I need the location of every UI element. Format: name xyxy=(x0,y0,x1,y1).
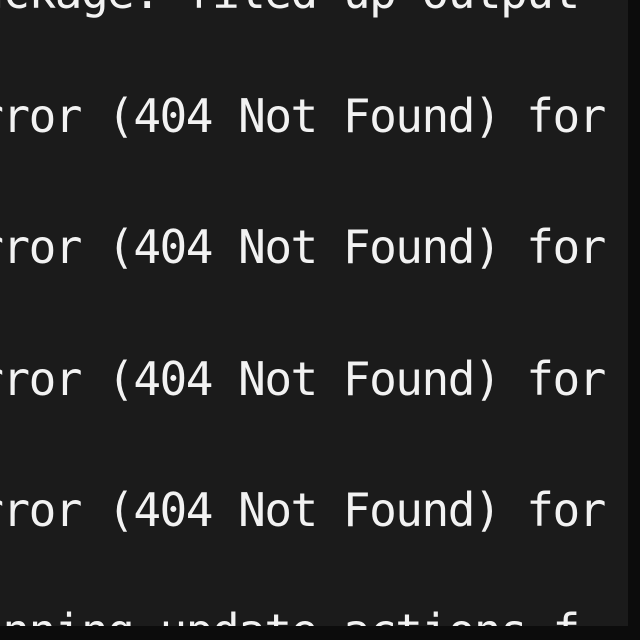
terminal-line-error-404: Error (404 Not Found) for xyxy=(0,89,606,143)
window-bottom-border xyxy=(0,626,640,640)
terminal-line-error-404: Error (404 Not Found) for xyxy=(0,352,606,406)
terminal-line-partial-bottom: Running update actions f xyxy=(0,603,580,626)
terminal-window[interactable]: Package: filed up output Error (404 Not … xyxy=(0,0,628,626)
terminal-line-error-404: Error (404 Not Found) for xyxy=(0,483,606,537)
window-right-border xyxy=(628,0,640,640)
terminal-line-error-404: Error (404 Not Found) for xyxy=(0,220,606,274)
terminal-line-partial-top: Package: filed up output xyxy=(0,0,580,20)
